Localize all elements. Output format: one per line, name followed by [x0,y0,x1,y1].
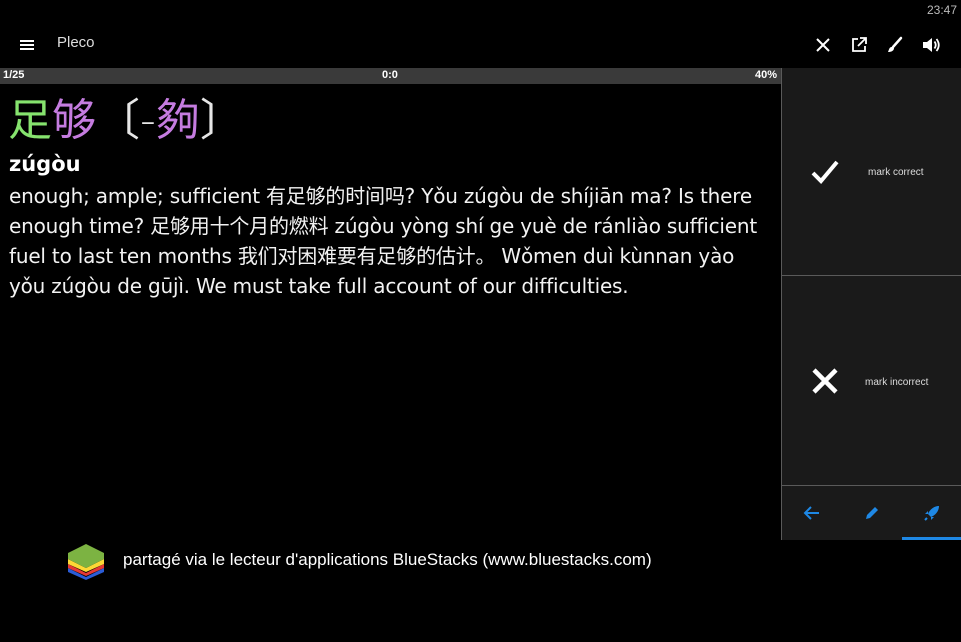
volume-icon[interactable] [918,32,944,58]
variant-bracket-close: 〕 [199,95,244,146]
headword-char: 足 [8,95,52,146]
bottom-tabs [782,486,961,540]
status-bar: 23:47 [0,0,961,22]
bluestacks-logo-icon [68,544,104,580]
mark-correct-label: mark correct [868,167,924,178]
variant-dash: - [140,95,156,146]
variant-char: 夠 [155,95,200,146]
tab-back[interactable] [782,486,842,540]
tab-launch[interactable] [902,486,961,540]
timer: 0:0 [382,69,398,81]
close-icon[interactable] [810,32,836,58]
share-footer-text: partagé via le lecteur d'applications Bl… [123,550,652,569]
rocket-icon [924,506,939,521]
review-progress-bar: 1/25 0:0 40% [0,68,781,84]
headword-char: 够 [52,95,96,146]
app-title: Pleco [57,34,95,51]
menu-icon[interactable] [14,32,40,58]
clock: 23:47 [926,3,957,17]
pinyin: zúgòu [9,152,81,176]
app-bar: Pleco [0,22,961,68]
flashcard: 足够〔-夠〕 zúgòu enough; ample; sufficient 有… [0,84,781,540]
tab-edit[interactable] [842,486,902,540]
mark-correct-button[interactable]: mark correct [782,68,961,276]
pencil-icon [866,507,878,519]
checkmark-icon [811,160,839,184]
definition-text: enough; ample; sufficient 有足够的时间吗? Yǒu z… [9,184,758,298]
card-counter: 1/25 [3,69,25,81]
headword: 足够〔-夠〕 [8,94,244,148]
review-side-panel: mark correct mark incorrect [781,68,961,540]
score-percent: 40% [754,69,777,81]
open-external-icon[interactable] [846,32,872,58]
cross-icon [812,368,838,394]
brush-icon[interactable] [882,32,908,58]
active-tab-indicator [902,537,961,540]
variant-bracket-open: 〔 [96,95,140,146]
mark-incorrect-label: mark incorrect [865,377,929,388]
back-arrow-icon [803,506,819,520]
mark-incorrect-button[interactable]: mark incorrect [782,276,961,486]
